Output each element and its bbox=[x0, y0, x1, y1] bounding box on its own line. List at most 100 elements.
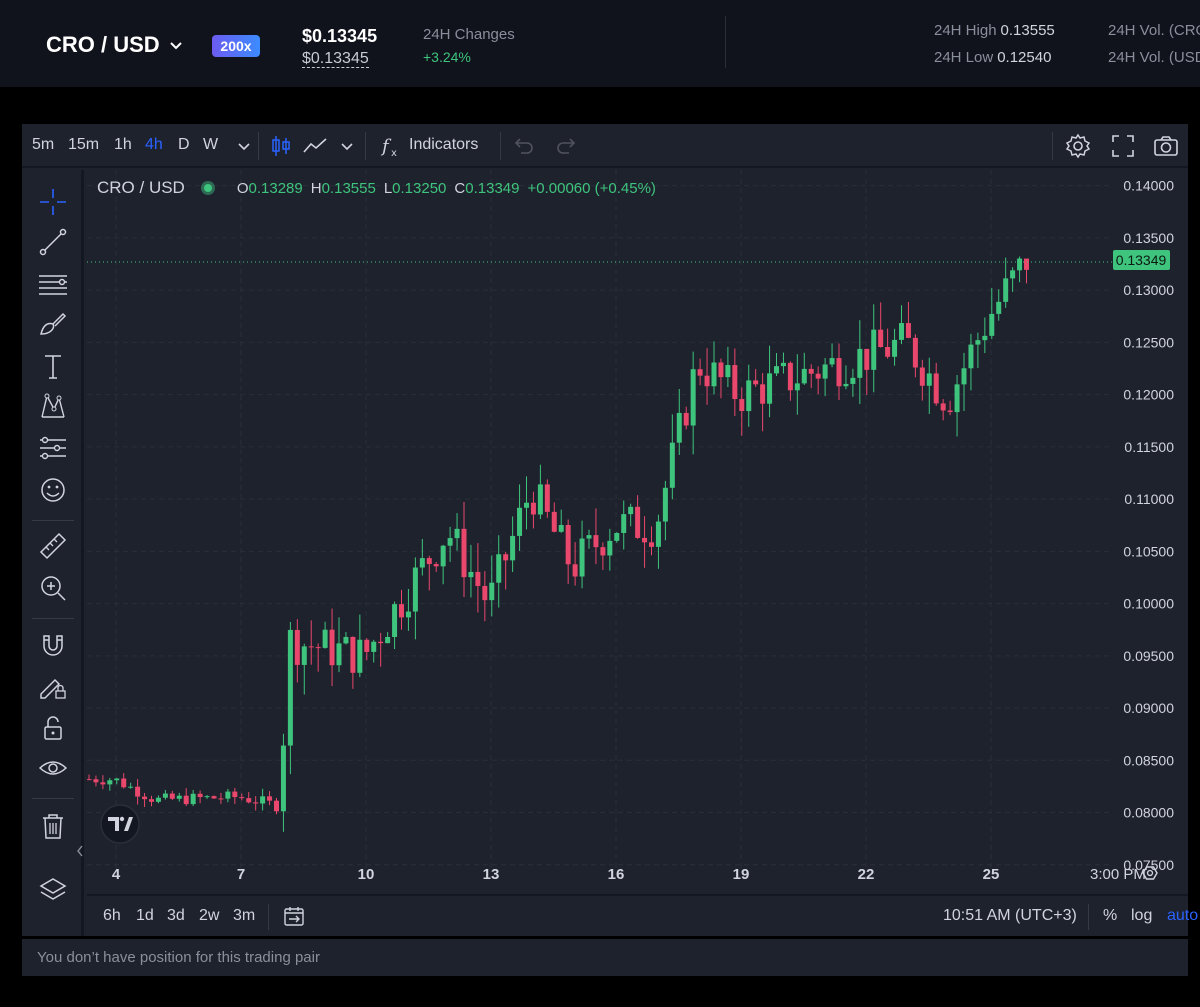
trend-line-icon[interactable] bbox=[37, 226, 69, 258]
candle-body bbox=[919, 367, 925, 386]
candle-body bbox=[280, 745, 286, 812]
candle-body bbox=[551, 511, 557, 532]
eye-icon[interactable] bbox=[37, 752, 69, 784]
line-chart-icon[interactable] bbox=[301, 132, 329, 160]
leverage-badge[interactable]: 200x bbox=[212, 35, 260, 57]
candle-body bbox=[822, 364, 828, 379]
horizontal-lines-icon[interactable] bbox=[37, 268, 69, 300]
chevron-down-icon[interactable] bbox=[230, 132, 258, 160]
fullscreen-icon[interactable] bbox=[1109, 132, 1137, 160]
interval-w[interactable]: W bbox=[203, 136, 218, 154]
trash-icon[interactable] bbox=[37, 810, 69, 842]
vol-usd-label: 24H Vol. (USD bbox=[1108, 49, 1200, 66]
candle-body bbox=[989, 313, 995, 336]
header-divider bbox=[725, 16, 726, 68]
candle-body bbox=[530, 502, 536, 515]
pair-selector[interactable]: CRO / USD bbox=[46, 32, 182, 58]
tradingview-logo[interactable] bbox=[100, 804, 140, 844]
candle-body bbox=[294, 629, 300, 665]
fx-icon[interactable]: fx bbox=[376, 132, 404, 160]
tools-divider bbox=[32, 798, 74, 799]
price-chart[interactable]: 0.13349 0.14000 0.13500 0.13000 0.12500 0.12… bbox=[87, 170, 1188, 936]
candle-body bbox=[149, 799, 154, 802]
zoom-in-icon[interactable] bbox=[37, 572, 69, 604]
candle-body bbox=[392, 604, 398, 638]
gear-icon[interactable] bbox=[1064, 132, 1092, 160]
text-tool-icon[interactable] bbox=[37, 350, 69, 382]
chevron-down-icon[interactable] bbox=[333, 132, 361, 160]
time-tick-label: 25 bbox=[983, 866, 1000, 883]
candle-body bbox=[905, 323, 911, 338]
candle-body bbox=[308, 646, 314, 648]
range-3m[interactable]: 3m bbox=[233, 907, 255, 925]
range-3d[interactable]: 3d bbox=[167, 907, 185, 925]
interval-d[interactable]: D bbox=[178, 136, 190, 154]
percent-scale-button[interactable]: % bbox=[1103, 907, 1117, 925]
price-tick-label: 0.11000 bbox=[1124, 491, 1174, 507]
price-tick-label: 0.10500 bbox=[1123, 543, 1174, 559]
change-value: +0.00060 (+0.45%) bbox=[527, 179, 656, 197]
redo-icon[interactable] bbox=[553, 132, 581, 160]
magnet-icon[interactable] bbox=[37, 628, 69, 660]
candle-body bbox=[524, 502, 529, 508]
candle-body bbox=[225, 791, 231, 799]
last-price-label: 0.13349 bbox=[1116, 252, 1167, 268]
pattern-icon[interactable] bbox=[37, 390, 69, 422]
layers-icon[interactable] bbox=[37, 874, 69, 906]
candle-body bbox=[968, 344, 974, 369]
lock-drawings-icon[interactable] bbox=[37, 670, 69, 702]
undo-icon[interactable] bbox=[509, 132, 537, 160]
candle-body bbox=[1017, 258, 1023, 271]
candle-body bbox=[155, 797, 161, 802]
time-tick-label: 19 bbox=[733, 866, 750, 883]
candle-body bbox=[93, 779, 99, 783]
candle-body bbox=[683, 412, 689, 426]
candle-body bbox=[628, 506, 634, 515]
indicators-button[interactable]: Indicators bbox=[409, 136, 478, 154]
candle-body bbox=[579, 538, 585, 577]
candle-body bbox=[128, 786, 134, 788]
candle-body bbox=[885, 347, 891, 357]
high-stat: 24H High 0.13555 bbox=[934, 22, 1055, 39]
range-2w[interactable]: 2w bbox=[199, 907, 219, 925]
candle-body bbox=[419, 558, 425, 568]
ruler-icon[interactable] bbox=[37, 530, 69, 562]
chart-toolbar: 5m 15m 1h 4h D W fx Indicators bbox=[22, 124, 1188, 168]
candle-body bbox=[357, 639, 363, 673]
smiley-icon[interactable] bbox=[37, 474, 69, 506]
high-value: 0.13555 bbox=[1000, 22, 1055, 39]
changes-label: 24H Changes bbox=[423, 26, 515, 43]
interval-4h[interactable]: 4h bbox=[145, 136, 163, 154]
candle-body bbox=[1003, 278, 1009, 302]
prediction-tools-icon[interactable] bbox=[37, 432, 69, 464]
candle-body bbox=[787, 362, 793, 391]
calendar-range-icon[interactable] bbox=[282, 904, 306, 928]
auto-scale-button[interactable]: auto bbox=[1167, 907, 1198, 925]
crosshair-icon[interactable] bbox=[37, 186, 69, 218]
candle-body bbox=[218, 798, 224, 800]
range-1d[interactable]: 1d bbox=[136, 907, 154, 925]
collapse-arrow-icon[interactable] bbox=[76, 844, 84, 858]
candle-body bbox=[635, 506, 641, 538]
candle-body bbox=[537, 484, 543, 515]
time-zone-button[interactable]: 10:51 AM (UTC+3) bbox=[943, 907, 1077, 925]
candle-body bbox=[864, 348, 870, 370]
candle-body bbox=[135, 786, 141, 797]
camera-icon[interactable] bbox=[1152, 132, 1180, 160]
candle-body bbox=[961, 368, 967, 385]
interval-15m[interactable]: 15m bbox=[68, 136, 99, 154]
candle-body bbox=[774, 366, 779, 374]
candlestick-chart[interactable]: 0.13349 0.14000 0.13500 0.13000 0.12500 0.12… bbox=[87, 170, 1188, 894]
tools-divider bbox=[32, 520, 74, 521]
range-6h[interactable]: 6h bbox=[103, 907, 121, 925]
low-label: 24H Low bbox=[934, 49, 994, 66]
unlock-icon[interactable] bbox=[37, 712, 69, 744]
interval-5m[interactable]: 5m bbox=[32, 136, 54, 154]
candle-body bbox=[371, 641, 377, 652]
brush-icon[interactable] bbox=[37, 308, 69, 340]
log-scale-button[interactable]: log bbox=[1131, 907, 1152, 925]
candles-icon[interactable] bbox=[267, 132, 295, 160]
candle-body bbox=[482, 585, 488, 601]
interval-1h[interactable]: 1h bbox=[114, 136, 132, 154]
candle-body bbox=[662, 487, 668, 522]
